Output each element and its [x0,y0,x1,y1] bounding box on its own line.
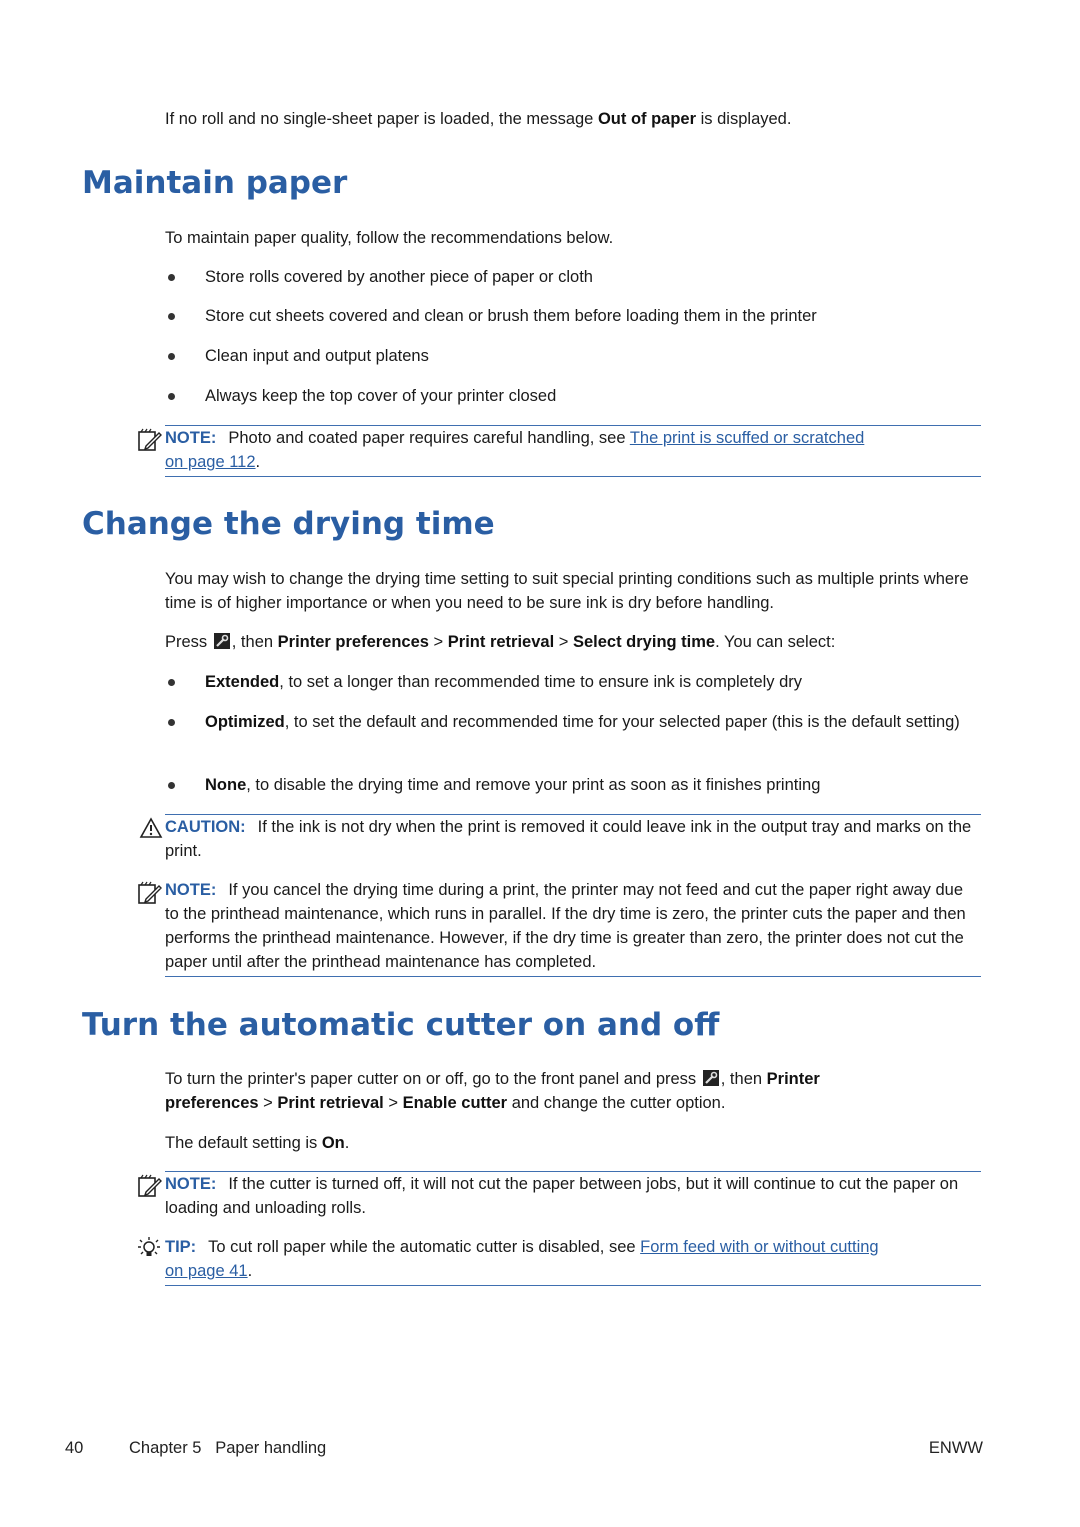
default-text: The default setting is [165,1134,322,1152]
cutter-paragraph: To turn the printer's paper cutter on or… [165,1067,895,1115]
default-value: On [321,1134,345,1152]
note-text: If the cutter is turned off, it will not… [165,1175,959,1217]
option-desc: , to set a longer than recommended time … [279,673,803,691]
caution-callout: CAUTION: If the ink is not dry when the p… [165,814,981,863]
heading-automatic-cutter: Turn the automatic cutter on and off [82,1007,720,1043]
list-item-optimized: Optimized, to set the default and recomm… [205,710,985,734]
default-end: . [344,1134,350,1152]
heading-maintain-paper: Maintain paper [82,165,348,201]
list-item-extended: Extended, to set a longer than recommend… [205,670,985,694]
tip-text: To cut roll paper while the automatic cu… [208,1238,641,1256]
option-desc: , to disable the drying time and remove … [246,776,821,794]
bullet-dot [168,353,175,360]
tip-label: TIP: [165,1238,197,1256]
select-text: . You can select: [715,633,836,651]
list-item: Clean input and output platens [205,347,429,365]
press-text: Press [165,633,212,651]
note-icon [137,881,163,910]
out-of-paper-message: Out of paper [597,110,697,128]
caution-triangle-icon [139,817,163,844]
note-callout-drying: NOTE: If you cancel the drying time durin… [165,878,981,977]
note-text: Photo and coated paper requires careful … [228,429,630,447]
note-label: NOTE: [165,881,217,899]
link-print-scuffed[interactable]: The print is scuffed or scratched [630,429,864,447]
note-label: NOTE: [165,1175,217,1193]
intro-text-end: is displayed. [696,110,792,128]
intro-paragraph: If no roll and no single-sheet paper is … [165,107,985,131]
note-end: . [255,453,261,471]
bullet-dot [168,679,175,686]
menu-print-retrieval: Print retrieval [277,1094,384,1112]
intro-text: If no roll and no single-sheet paper is … [165,110,598,128]
caution-text: If the ink is not dry when the print is … [165,818,972,860]
list-item: Store cut sheets covered and clean or br… [205,307,817,325]
note-callout-cutter: NOTE: If the cutter is turned off, it wil… [165,1171,981,1220]
tip-callout: TIP: To cut roll paper while the automati… [165,1235,981,1286]
then-text: , then [231,633,278,651]
separator: > [554,633,573,651]
note-callout: NOTE: Photo and coated paper requires car… [165,425,981,477]
maintain-intro: To maintain paper quality, follow the re… [165,229,614,247]
cutter-text: To turn the printer's paper cutter on or… [165,1070,701,1088]
menu-printer-preferences: Printer preferences [277,633,429,651]
option-optimized: Optimized [205,713,285,731]
heading-change-drying-time: Change the drying time [82,506,495,542]
drying-paragraph: You may wish to change the drying time s… [165,570,969,612]
list-item: Store rolls covered by another piece of … [205,268,593,286]
bullet-dot [168,274,175,281]
bullet-dot [168,719,175,726]
option-extended: Extended [205,673,280,691]
default-setting: The default setting is On. [165,1131,985,1155]
note-text: If you cancel the drying time during a p… [165,881,966,971]
link-form-feed[interactable]: Form feed with or without cutting [640,1238,878,1256]
menu-enable-cutter: Enable cutter [402,1094,508,1112]
link-page-41[interactable]: on page 41 [165,1262,248,1280]
separator: > [428,633,448,651]
cutter-text-end: and change the cutter option. [507,1094,726,1112]
chapter-title: Chapter 5 Paper handling [129,1439,327,1457]
note-icon [137,1174,163,1203]
list-item-none: None, to disable the drying time and rem… [205,773,985,797]
menu-select-drying-time: Select drying time [572,633,716,651]
lightbulb-tip-icon [137,1236,161,1267]
wrench-settings-icon [213,633,230,649]
bullet-dot [168,782,175,789]
list-item: Always keep the top cover of your printe… [205,387,557,405]
tip-end: . [247,1262,253,1280]
option-none: None [205,776,247,794]
note-icon [137,428,163,457]
note-label: NOTE: [165,429,217,447]
menu-print-retrieval: Print retrieval [447,633,555,651]
drying-instruction: Press , then Printer preferences > Print… [165,630,985,654]
page-number: 40 [65,1439,84,1457]
separator: > [383,1094,403,1112]
bullet-dot [168,393,175,400]
link-page-112[interactable]: on page 112 [165,453,256,471]
then-text: , then [720,1070,767,1088]
locale-code: ENWW [928,1439,983,1457]
wrench-settings-icon [702,1070,719,1086]
separator: > [258,1094,278,1112]
option-desc: , to set the default and recommended tim… [284,713,960,731]
caution-label: CAUTION: [165,818,246,836]
bullet-dot [168,313,175,320]
